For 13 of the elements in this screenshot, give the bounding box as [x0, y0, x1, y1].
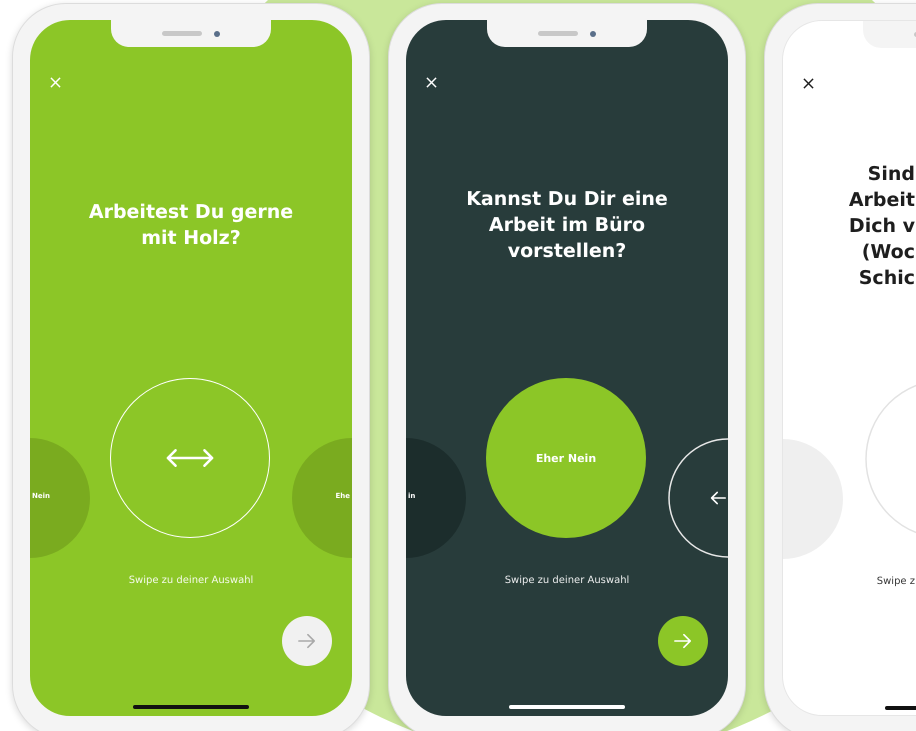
- question-text: Kannst Du Dir eine Arbeit im Büro vorstellen?: [466, 187, 668, 264]
- arrow-left-icon: [710, 490, 726, 506]
- swipe-hint: Swipe zu deiner Auswahl: [128, 575, 254, 587]
- arrow-right-icon: [674, 632, 692, 650]
- next-button[interactable]: [658, 616, 708, 666]
- arrow-right-icon: [298, 632, 316, 650]
- answer-circle[interactable]: Eher Nein: [486, 378, 646, 538]
- swipe-hint: Swipe z: [876, 576, 915, 588]
- swipe-hint: Swipe zu deiner Auswahl: [504, 575, 630, 587]
- double-arrow-icon: [165, 446, 215, 470]
- question-text: Arbeitest Du gerne mit Holz?: [88, 200, 294, 251]
- close-icon[interactable]: [803, 78, 814, 88]
- question-text: Sind Arbeit Dich v (Woc Schic: [848, 162, 915, 291]
